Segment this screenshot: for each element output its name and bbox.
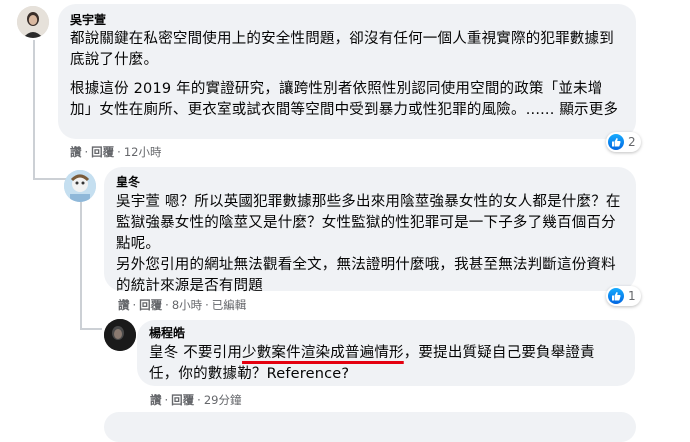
comment-actions: 讚 · 回覆 · 29分鐘 [150, 392, 242, 408]
comment-text: 皇冬 不要引用少數案件渲染成普遍情形，要提出質疑自己要負舉證責任，你的數據勒？R… [149, 343, 623, 385]
highlighted-text: 少數案件渲染成普遍情形 [242, 345, 404, 361]
comment-text: 都說關鍵在私密空間使用上的安全性問題，卻沒有任何一個人重視實際的犯罪數據到底說了… [70, 31, 614, 68]
edited-label[interactable]: 已編輯 [212, 297, 247, 313]
reaction-number: 1 [628, 289, 636, 303]
comment-text: 根據這份 2019 年的實證研究，讓跨性別者依照性別認同使用空間的政策「並未增加… [70, 79, 624, 121]
like-button[interactable]: 讚 [70, 144, 82, 160]
avatar[interactable] [64, 170, 96, 202]
comment-author[interactable]: 皇冬 [116, 174, 624, 190]
comment-author[interactable]: 楊程皓 [149, 325, 623, 341]
comment-bubble: 吳宇萱 都說關鍵在私密空間使用上的安全性問題，卻沒有任何一個人重視實際的犯罪數據… [58, 4, 636, 139]
timestamp[interactable]: 12小時 [124, 144, 162, 160]
comment-author[interactable]: 吳宇萱 [70, 12, 624, 28]
reaction-count[interactable]: 2 [606, 132, 641, 152]
thread-line [33, 178, 67, 180]
like-icon [608, 288, 624, 304]
comment-bubble: 楊程皓 皇冬 不要引用少數案件渲染成普遍情形，要提出質疑自己要負舉證責任，你的數… [137, 320, 635, 386]
reaction-count[interactable]: 1 [606, 286, 641, 306]
like-icon [608, 134, 624, 150]
timestamp[interactable]: 8小時 [172, 297, 202, 313]
timestamp[interactable]: 29分鐘 [204, 392, 242, 408]
comment-bubble: 皇冬 吳宇萱 嗯？所以英國犯罪數據那些多出來用陰莖強暴女性的女人都是什麼？在監獄… [104, 167, 636, 294]
thread-line [80, 195, 82, 330]
reply-button[interactable]: 回覆 [171, 392, 194, 408]
mention-link[interactable]: 皇冬 [149, 345, 178, 361]
avatar[interactable] [17, 6, 49, 38]
reaction-number: 2 [628, 135, 636, 149]
comment-text-part: 不要引用 [183, 345, 243, 361]
comment-actions: 讚 · 回覆 · 12小時 [70, 144, 162, 160]
like-button[interactable]: 讚 [118, 297, 130, 313]
thread-line [80, 328, 102, 330]
comment-text-part: 根據這份 2019 年的實證研究，讓跨性別者依照性別認同使用空間的政策「並未增加… [70, 81, 619, 118]
comment-text: 另外您引用的網址無法觀看全文，無法證明什麼哦，我甚至無法判斷這份資料的統計來源是… [116, 257, 616, 294]
avatar[interactable] [104, 319, 136, 351]
thread-line [33, 40, 35, 180]
comment-text: 吳宇萱 嗯？所以英國犯罪數據那些多出來用陰莖強暴女性的女人都是什麼？在監獄強暴女… [116, 194, 621, 252]
like-button[interactable]: 讚 [150, 392, 162, 408]
reply-button[interactable]: 回覆 [91, 144, 114, 160]
reply-button[interactable]: 回覆 [139, 297, 162, 313]
comment-actions: 讚 · 回覆 · 8小時 · 已編輯 [118, 297, 247, 313]
